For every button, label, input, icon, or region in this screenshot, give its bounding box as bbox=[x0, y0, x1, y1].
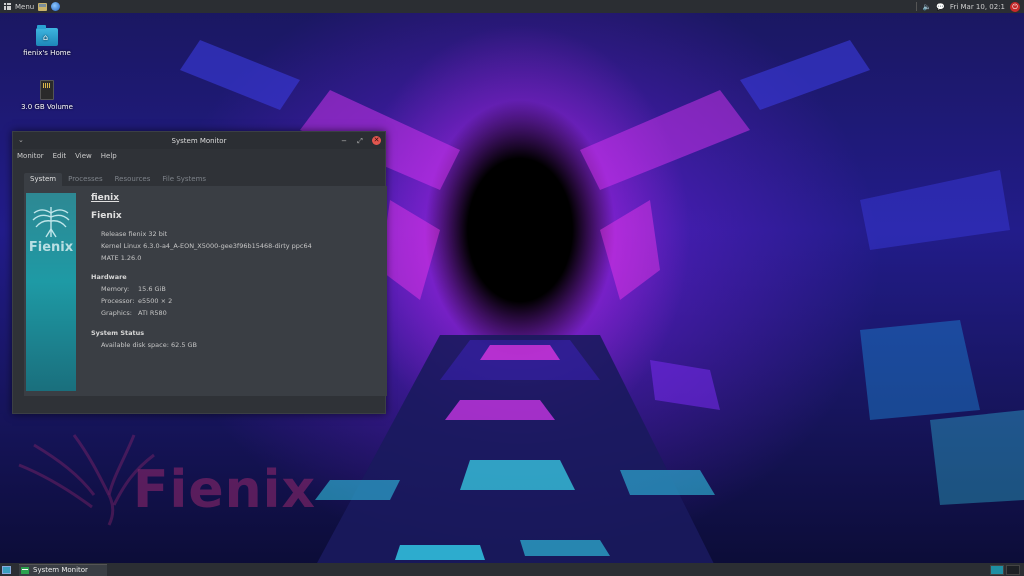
release-line: Release fienix 32 bit bbox=[101, 230, 168, 238]
watermark-text: Fienix bbox=[133, 460, 316, 520]
disk-value: 62.5 GB bbox=[170, 341, 198, 349]
window-menu-icon[interactable]: ⌄ bbox=[18, 136, 24, 144]
tab-processes[interactable]: Processes bbox=[62, 173, 109, 186]
desktop-icon-home[interactable]: ⌂ fienix's Home bbox=[19, 25, 75, 57]
memory-value: 15.6 GiB bbox=[138, 285, 166, 293]
top-panel: Menu 🔈 💬 Fri Mar 10, 02:1 ⏻ bbox=[0, 0, 1024, 13]
memory-label: Memory: bbox=[101, 285, 130, 293]
menubar: Monitor Edit View Help bbox=[13, 149, 385, 162]
desktop-icon-label: fienix's Home bbox=[23, 49, 71, 57]
desktop-icon-volume[interactable]: 3.0 GB Volume bbox=[19, 80, 75, 111]
processor-label: Processor: bbox=[101, 297, 135, 305]
tab-resources[interactable]: Resources bbox=[109, 173, 157, 186]
workspace-2[interactable] bbox=[1006, 564, 1020, 575]
volume-icon[interactable]: 🔈 bbox=[922, 3, 931, 11]
workspace-1[interactable] bbox=[990, 564, 1004, 575]
minimize-button[interactable]: − bbox=[340, 137, 348, 145]
show-desktop-icon[interactable] bbox=[2, 565, 11, 574]
hostname-link[interactable]: fienix bbox=[91, 193, 119, 203]
kernel-line: Kernel Linux 6.3.0-a4_A-EON_X5000-gee3f9… bbox=[101, 242, 312, 250]
memory-row: Memory: 15.6 GiB bbox=[101, 285, 166, 293]
window-titlebar[interactable]: ⌄ System Monitor − ⤢ ✕ bbox=[13, 132, 385, 149]
menu-help[interactable]: Help bbox=[101, 152, 117, 160]
system-monitor-icon bbox=[21, 566, 29, 574]
system-monitor-window: ⌄ System Monitor − ⤢ ✕ Monitor Edit View… bbox=[12, 131, 387, 414]
system-tab-panel: Fienix fienix Fienix Release fienix 32 b… bbox=[24, 186, 387, 396]
home-folder-icon: ⌂ bbox=[36, 25, 58, 46]
browser-launcher-icon[interactable] bbox=[51, 2, 61, 11]
graphics-value: ATI R580 bbox=[138, 309, 167, 317]
taskbar-label: System Monitor bbox=[33, 566, 88, 574]
menu-view[interactable]: View bbox=[75, 152, 92, 160]
tab-bar: System Processes Resources File Systems bbox=[24, 172, 387, 186]
sd-card-icon bbox=[40, 80, 54, 100]
graphics-label: Graphics: bbox=[101, 309, 132, 317]
tab-system[interactable]: System bbox=[24, 173, 63, 186]
disk-row: Available disk space: 62.5 GB bbox=[101, 341, 197, 349]
graphics-row: Graphics: ATI R580 bbox=[101, 309, 167, 317]
desktop-icon-label: 3.0 GB Volume bbox=[21, 103, 73, 111]
maximize-button[interactable]: ⤢ bbox=[356, 137, 364, 145]
window-title: System Monitor bbox=[171, 136, 227, 145]
clock[interactable]: Fri Mar 10, 02:1 bbox=[950, 3, 1005, 11]
close-button[interactable]: ✕ bbox=[372, 136, 381, 145]
distro-name: Fienix bbox=[91, 211, 122, 221]
system-status-heading: System Status bbox=[91, 329, 145, 337]
taskbar-button-system-monitor[interactable]: System Monitor bbox=[19, 563, 107, 576]
distro-logo: Fienix bbox=[26, 193, 76, 391]
menu-grid-icon[interactable] bbox=[4, 3, 11, 10]
logo-text: Fienix bbox=[28, 240, 74, 255]
phoenix-logo-icon bbox=[32, 207, 70, 238]
hardware-heading: Hardware bbox=[91, 273, 127, 281]
mate-line: MATE 1.26.0 bbox=[101, 254, 142, 262]
menu-button[interactable]: Menu bbox=[15, 3, 34, 11]
notification-icon[interactable]: 💬 bbox=[936, 3, 945, 11]
power-icon[interactable]: ⏻ bbox=[1010, 1, 1020, 12]
processor-row: Processor: e5500 × 2 bbox=[101, 297, 172, 305]
file-manager-launcher-icon[interactable] bbox=[38, 2, 48, 11]
tray-separator bbox=[916, 2, 918, 11]
disk-label: Available disk space: bbox=[101, 341, 169, 349]
tab-file-systems[interactable]: File Systems bbox=[156, 173, 212, 186]
menu-edit[interactable]: Edit bbox=[53, 152, 67, 160]
workspace-switcher bbox=[990, 564, 1024, 575]
menu-monitor[interactable]: Monitor bbox=[17, 152, 44, 160]
bottom-panel: System Monitor bbox=[0, 563, 1024, 576]
processor-value: e5500 × 2 bbox=[138, 297, 173, 305]
